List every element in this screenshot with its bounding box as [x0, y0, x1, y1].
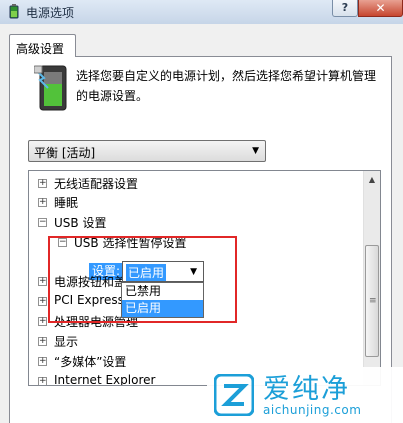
vertical-scrollbar[interactable]: ▲ ≡	[363, 171, 380, 385]
chevron-down-icon: ▼	[252, 146, 259, 156]
scroll-up-icon[interactable]: ▲	[364, 171, 380, 188]
watermark-logo: 爱纯净 aichunjing.com	[207, 367, 403, 423]
tab-advanced-settings[interactable]: 高级设置	[9, 34, 76, 57]
tree-item-label: “多媒体”设置	[54, 355, 127, 369]
power-plan-value: 平衡 [活动]	[34, 146, 96, 160]
collapse-icon[interactable]: −	[38, 218, 47, 227]
window-title: 电源选项	[26, 6, 75, 20]
expand-icon[interactable]: +	[38, 337, 47, 346]
tree-item-label: USB 设置	[54, 216, 107, 230]
description-text: 选择您要自定义的电源计划，然后选择您希望计算机管理的电源设置。	[76, 69, 377, 103]
tree-item-label: 显示	[54, 335, 79, 349]
expand-icon[interactable]: +	[38, 179, 47, 188]
expand-icon[interactable]: +	[38, 377, 47, 385]
help-button[interactable]: ?	[332, 0, 358, 17]
title-bar: 电源选项 ? ✕	[0, 0, 403, 24]
tree-item-label: 无线适配器设置	[54, 177, 139, 191]
expand-icon[interactable]: +	[38, 198, 47, 207]
logo-mark-icon	[214, 374, 254, 416]
expand-icon[interactable]: +	[38, 297, 47, 306]
close-button[interactable]: ✕	[358, 0, 403, 17]
grip-icon: ≡	[369, 296, 377, 306]
watermark-name: 爱纯净	[263, 374, 350, 405]
expand-icon[interactable]: +	[38, 317, 47, 326]
expand-icon[interactable]: +	[38, 357, 47, 366]
highlight-box	[48, 236, 237, 323]
battery-icon	[34, 65, 67, 111]
battery-plug-icon	[9, 4, 19, 19]
watermark-url: aichunjing.com	[263, 403, 362, 417]
power-plan-dropdown[interactable]: 平衡 [活动] ▼	[28, 140, 266, 162]
tree-item-label: 睡眠	[54, 196, 79, 210]
expand-icon[interactable]: +	[38, 277, 47, 286]
scroll-thumb[interactable]: ≡	[365, 245, 379, 357]
tree-item-label: Internet Explorer	[54, 373, 156, 386]
